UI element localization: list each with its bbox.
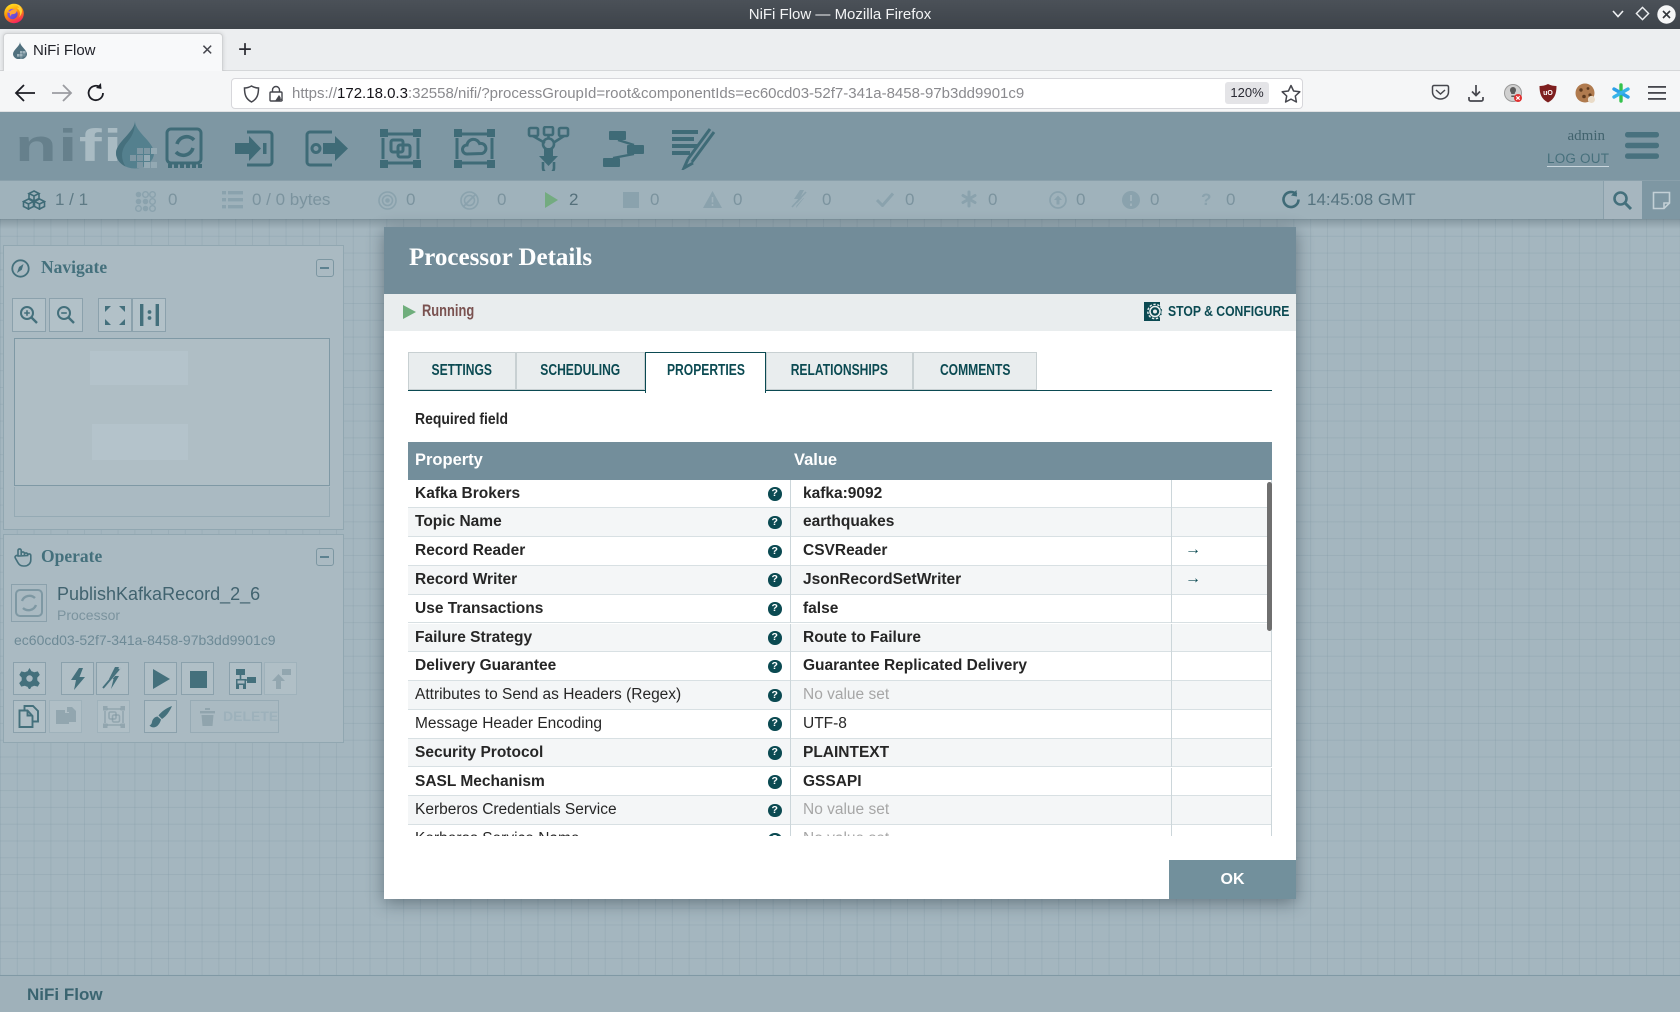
svg-text:uO: uO [1543,90,1553,97]
svg-text:!: ! [280,97,281,103]
